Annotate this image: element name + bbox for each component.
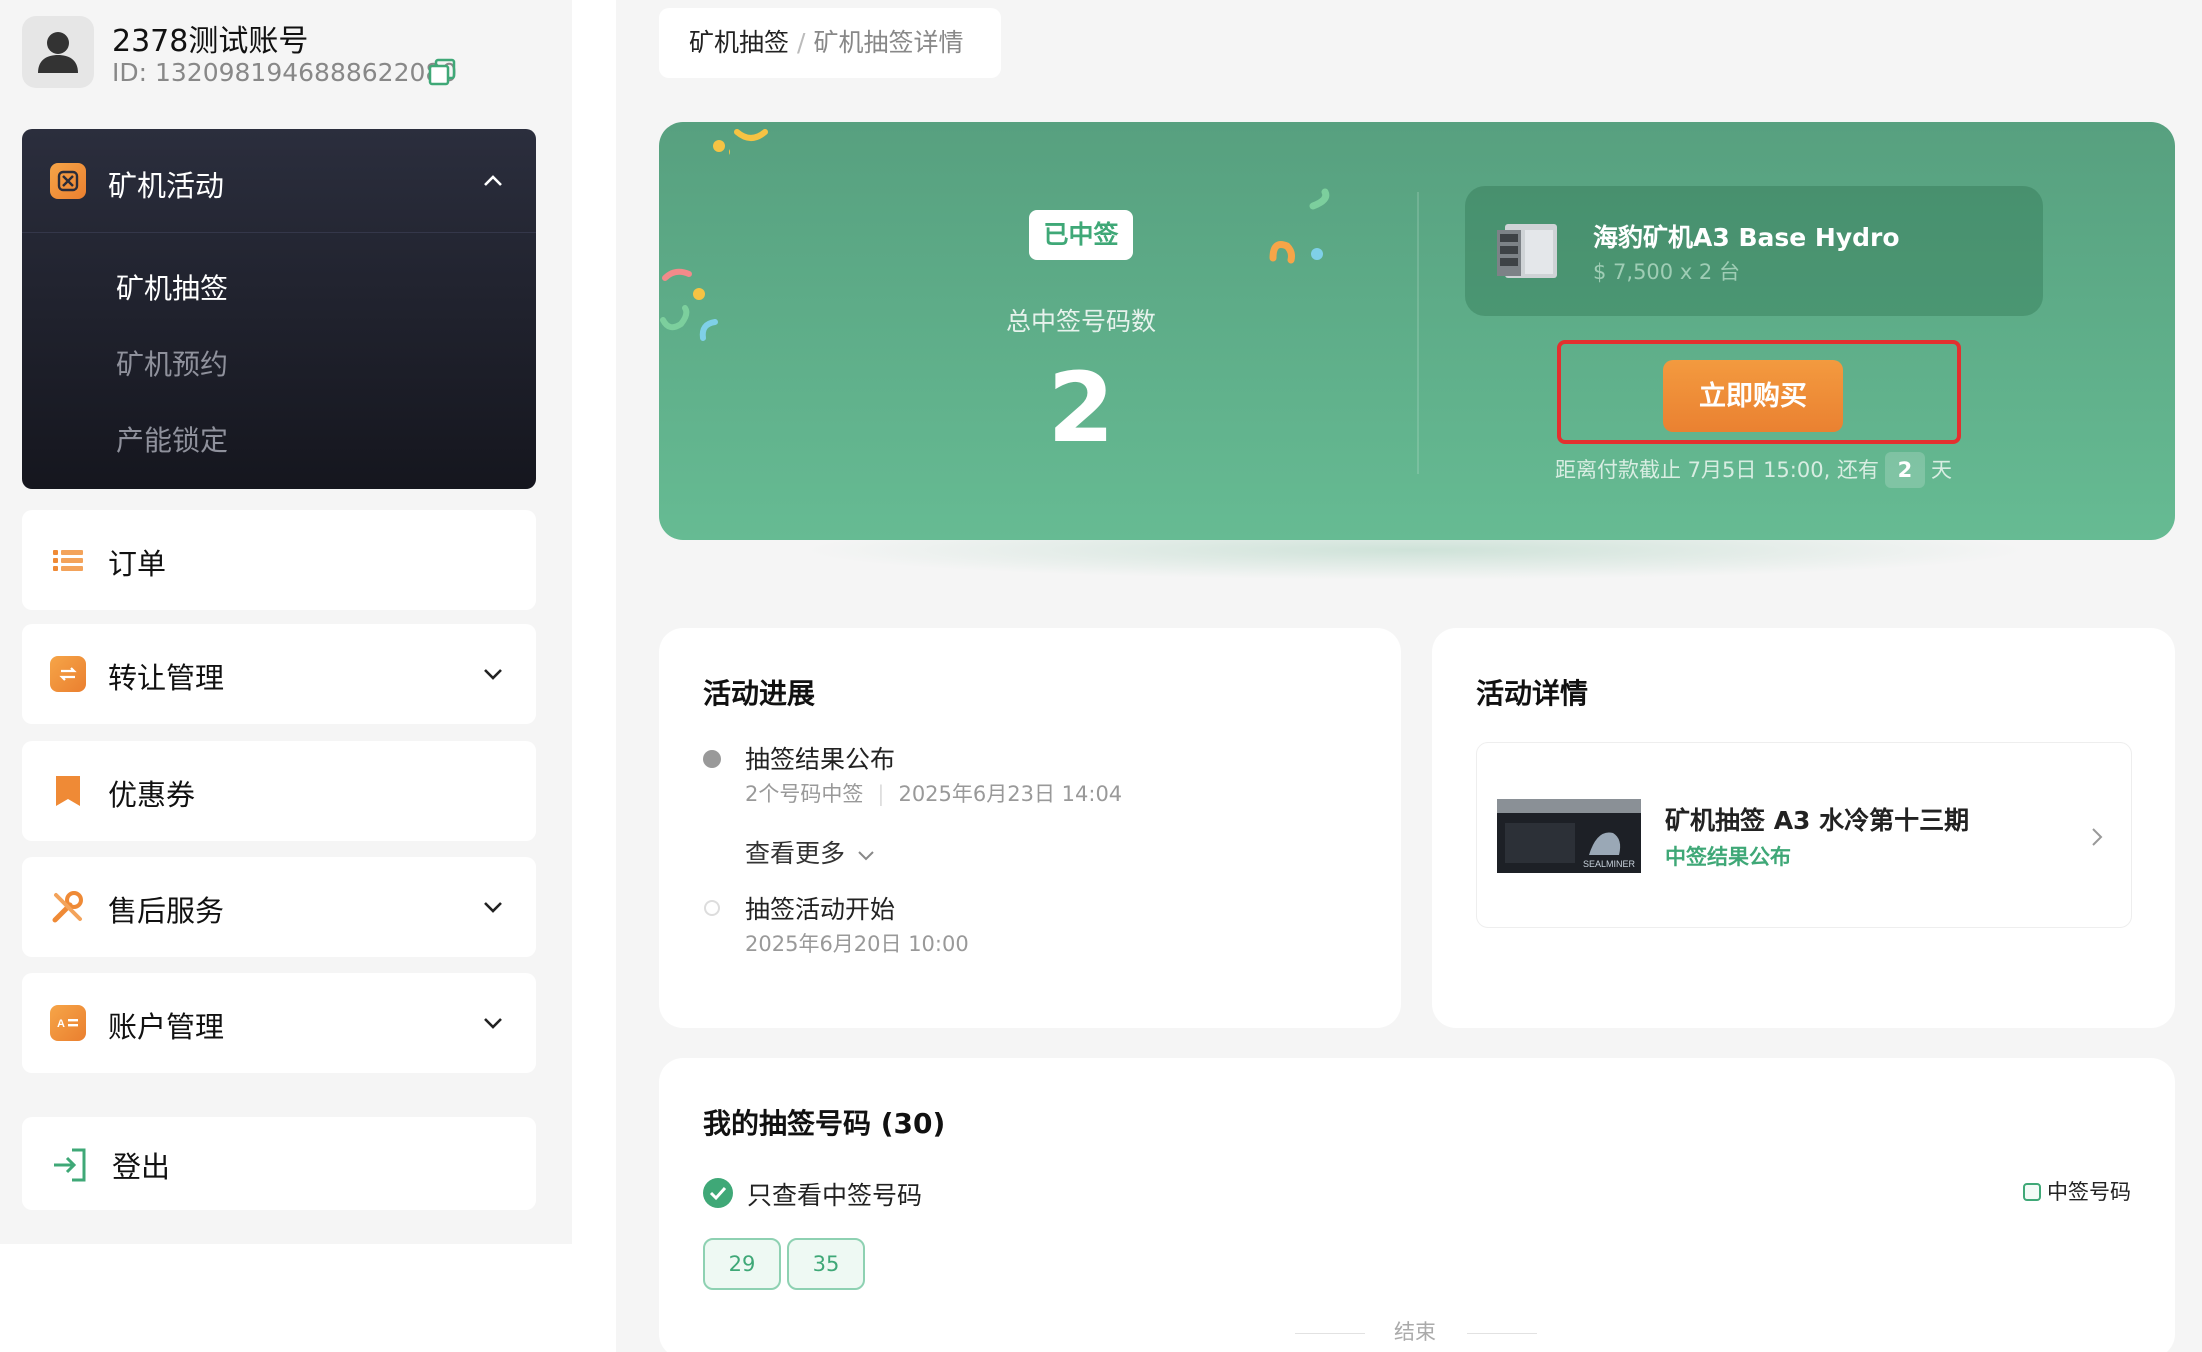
wrench-icon <box>52 891 83 923</box>
breadcrumb-separator: / <box>797 28 806 57</box>
days-left: 2 <box>1884 452 1925 488</box>
id-card-icon: A <box>50 1005 86 1041</box>
timeline-time: 2025年6月23日 14:04 <box>898 782 1123 806</box>
copy-icon[interactable] <box>428 58 456 86</box>
user-icon <box>38 32 78 73</box>
deadline-text: 距离付款截止 7月5日 15:00, 还有 <box>1555 458 1879 482</box>
timeline-dot <box>704 900 720 916</box>
thumbnail-brand: SEALMINER <box>1583 859 1636 869</box>
payment-deadline: 距离付款截止 7月5日 15:00, 还有 2 天 <box>1555 450 1952 490</box>
confetti-icon <box>660 268 718 341</box>
miner-activity-icon <box>50 163 86 199</box>
miner-product-image <box>1497 224 1557 278</box>
divider <box>1295 1333 1365 1334</box>
list-icon <box>53 550 83 571</box>
chevron-down-icon[interactable] <box>482 1012 504 1034</box>
product-card: 海豹矿机A3 Base Hydro $ 7,500 x 2 台 <box>1465 186 2043 316</box>
chevron-up-icon[interactable] <box>482 170 504 192</box>
sidebar-item-orders[interactable]: 订单 <box>22 510 536 610</box>
card-title: 活动进展 <box>703 677 816 710</box>
sidebar-item-label: 售后服务 <box>108 894 225 928</box>
lottery-number-chip: 29 <box>703 1238 781 1290</box>
nav-group-miner-activity: 矿机活动 矿机抽签 矿机预约 产能锁定 <box>22 129 536 489</box>
timeline-detail: 2个号码中签 <box>745 782 864 806</box>
sidebar-item-label: 转让管理 <box>108 661 225 695</box>
breadcrumb: 矿机抽签 / 矿机抽签详情 <box>659 8 1001 78</box>
nav-group-header[interactable]: 矿机活动 <box>22 129 536 233</box>
sidebar-item-account[interactable]: A 账户管理 <box>22 973 536 1073</box>
chevron-down-icon[interactable] <box>482 896 504 918</box>
sidebar-item-label: 优惠券 <box>108 778 196 812</box>
timeline-time: 2025年6月20日 10:00 <box>745 932 969 956</box>
legend: 中签号码 <box>2023 1176 2131 1206</box>
logout-button[interactable]: 登出 <box>22 1117 536 1210</box>
activity-progress-card: 活动进展 抽签结果公布 2个号码中签 | 2025年6月23日 14:04 查看更多… <box>659 628 1401 1028</box>
user-profile: 2378测试账号 ID: 1320981946888622080 <box>22 16 582 96</box>
card-title: 我的抽签号码 (30) <box>703 1107 946 1140</box>
sidebar: 2378测试账号 ID: 1320981946888622080 矿机活动 矿机… <box>0 0 572 1244</box>
confetti-icon <box>713 140 725 152</box>
sidebar-item-label: 账户管理 <box>108 1010 225 1044</box>
chevron-down-icon[interactable] <box>482 663 504 685</box>
sidebar-item-after-sales[interactable]: 售后服务 <box>22 857 536 957</box>
logout-icon <box>54 1148 86 1182</box>
sidebar-item-miner-lottery[interactable]: 矿机抽签 <box>116 267 228 307</box>
end-text: 结束 <box>1394 1320 1436 1344</box>
sidebar-item-capacity-lock[interactable]: 产能锁定 <box>116 419 228 459</box>
logout-label: 登出 <box>112 1150 171 1184</box>
chevron-right-icon <box>2092 828 2103 846</box>
user-id: ID: 1320981946888622080 <box>112 58 458 87</box>
user-name: 2378测试账号 <box>112 24 309 59</box>
see-more-label: 查看更多 <box>745 839 846 868</box>
lottery-number-chip: 35 <box>787 1238 865 1290</box>
hero-divider <box>1417 192 1419 474</box>
sidebar-item-miner-reservation[interactable]: 矿机预约 <box>116 343 228 383</box>
sidebar-item-transfer[interactable]: 转让管理 <box>22 624 536 724</box>
svg-text:A: A <box>57 1018 65 1030</box>
card-title: 活动详情 <box>1476 677 1589 710</box>
divider: | <box>877 782 885 806</box>
event-title: 矿机抽签 A3 水冷第十三期 <box>1665 806 1970 835</box>
event-link[interactable]: SEALMINER 矿机抽签 A3 水冷第十三期 中签结果公布 <box>1476 742 2132 928</box>
event-thumbnail-image: SEALMINER <box>1497 799 1641 869</box>
sidebar-item-coupons[interactable]: 优惠券 <box>22 741 536 841</box>
nav-group-label: 矿机活动 <box>108 169 225 203</box>
timeline-subtitle: 2个号码中签 | 2025年6月23日 14:04 <box>745 778 1122 808</box>
divider <box>1467 1333 1537 1334</box>
timeline-title: 抽签活动开始 <box>745 895 896 924</box>
sidebar-footer <box>0 1244 616 1352</box>
event-status: 中签结果公布 <box>1665 845 1791 869</box>
breadcrumb-current: 矿机抽签详情 <box>813 28 964 57</box>
won-badge: 已中签 <box>1029 210 1133 260</box>
timeline-title: 抽签结果公布 <box>745 745 896 774</box>
check-icon <box>703 1178 733 1208</box>
confetti-icon <box>1269 188 1330 264</box>
won-count: 2 <box>1047 352 1115 464</box>
legend-swatch <box>2023 1183 2041 1201</box>
days-unit: 天 <box>1930 458 1952 482</box>
avatar <box>22 16 94 88</box>
activity-detail-card: 活动详情 SEALMINER 矿机抽签 A3 水冷第十三期 中签结果公布 <box>1432 628 2175 1028</box>
sidebar-item-label: 订单 <box>108 547 167 581</box>
timeline-dot <box>703 750 721 768</box>
my-lottery-numbers-card: 我的抽签号码 (30) 只查看中签号码 中签号码 29 35 结束 <box>659 1058 2175 1352</box>
chevron-down-icon <box>858 851 874 861</box>
transfer-icon <box>50 656 86 692</box>
event-thumbnail: SEALMINER <box>1497 799 1641 873</box>
won-count-label: 总中签号码数 <box>1005 307 1156 336</box>
breadcrumb-root[interactable]: 矿机抽签 <box>689 28 789 57</box>
product-price: $ 7,500 x 2 台 <box>1593 260 1740 284</box>
filter-label: 只查看中签号码 <box>747 1181 923 1210</box>
buy-now-button[interactable]: 立即购买 <box>1663 360 1843 432</box>
legend-label: 中签号码 <box>2047 1180 2131 1204</box>
lottery-result-banner: 已中签 总中签号码数 2 海豹矿机A3 Base Hydro $ 7,500 x… <box>659 122 2175 540</box>
see-more-link[interactable]: 查看更多 <box>745 834 875 870</box>
product-name: 海豹矿机A3 Base Hydro <box>1593 223 1900 252</box>
confetti-icon <box>729 129 768 155</box>
sidebar-gutter <box>572 0 616 1352</box>
bookmark-icon <box>56 776 80 806</box>
